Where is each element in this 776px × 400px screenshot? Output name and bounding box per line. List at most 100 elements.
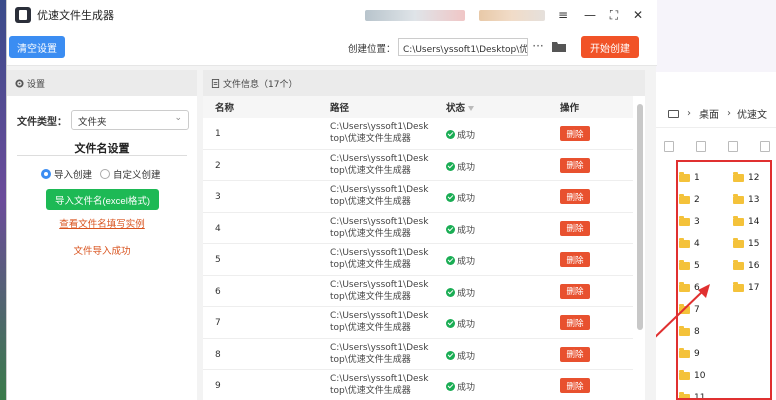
- row-status: 成功: [446, 223, 475, 236]
- table-row: 2 C:\Users\yssoft1\Desk top\优速文件生成器 成功 删除: [203, 150, 633, 181]
- menu-icon[interactable]: ≡: [554, 6, 572, 24]
- check-circle-icon: [446, 287, 455, 297]
- delete-button[interactable]: 删除: [560, 346, 590, 362]
- row-path-line1: C:\Users\yssoft1\Desk: [330, 374, 429, 384]
- delete-button[interactable]: 删除: [560, 378, 590, 393]
- row-name: 8: [215, 349, 221, 360]
- toolbar: 清空设置 创建位置： C:\Users\yssoft1\Desktop\优速 ·…: [7, 30, 657, 66]
- blurred-user-info: [365, 10, 465, 21]
- explorer-address-bar[interactable]: › 桌面 › 优速文: [656, 100, 776, 128]
- check-circle-icon: [446, 382, 455, 391]
- rename-icon[interactable]: [696, 141, 706, 152]
- column-status-label: 状态: [446, 103, 466, 114]
- location-input[interactable]: C:\Users\yssoft1\Desktop\优速: [398, 38, 528, 56]
- row-path-line1: C:\Users\yssoft1\Desk: [330, 185, 429, 195]
- explorer-titlebar: [656, 0, 776, 72]
- row-path-line2: top\优速文件生成器: [330, 354, 411, 365]
- delete-icon[interactable]: [760, 141, 770, 152]
- row-name: 4: [215, 223, 221, 234]
- row-name: 9: [215, 381, 221, 391]
- more-options-button[interactable]: ···: [531, 38, 545, 56]
- delete-button[interactable]: 删除: [560, 220, 590, 236]
- table-header: 名称 路径 状态 操作: [203, 96, 633, 118]
- row-status-label: 成功: [457, 162, 476, 173]
- row-status-label: 成功: [457, 194, 476, 204]
- table-row: 1 C:\Users\yssoft1\Desk top\优速文件生成器 成功 删除: [203, 118, 633, 150]
- app-logo-icon: [15, 7, 31, 23]
- check-circle-icon: [446, 161, 455, 171]
- delete-button[interactable]: 删除: [560, 283, 590, 299]
- column-name: 名称: [215, 103, 235, 114]
- explorer-toolbar: [656, 138, 776, 158]
- row-status-label: 成功: [457, 383, 476, 393]
- example-link[interactable]: 查看文件名填写实例: [17, 216, 187, 230]
- import-status: 文件导入成功: [73, 246, 131, 257]
- row-status: 成功: [446, 349, 475, 362]
- share-icon[interactable]: [728, 141, 738, 152]
- table-row: 7 C:\Users\yssoft1\Desk top\优速文件生成器 成功 删除: [203, 307, 633, 339]
- row-path-line2: top\优速文件生成器: [330, 134, 411, 144]
- row-path-line2: top\优速文件生成器: [330, 323, 411, 333]
- row-status: 成功: [446, 380, 475, 393]
- clear-settings-button[interactable]: 清空设置: [9, 36, 65, 58]
- column-status[interactable]: 状态: [446, 100, 475, 114]
- chevron-right-icon: ›: [687, 108, 691, 119]
- row-status: 成功: [446, 254, 475, 267]
- section-title: 文件名设置: [74, 142, 130, 155]
- row-path-line1: C:\Users\yssoft1\Desk: [330, 216, 429, 227]
- document-icon: [211, 78, 220, 88]
- settings-header-label: 设置: [27, 79, 46, 90]
- table-row: 5 C:\Users\yssoft1\Desk top\优速文件生成器 成功 删除: [203, 244, 633, 276]
- radio-import-label: 导入创建: [54, 170, 93, 181]
- open-folder-icon[interactable]: [551, 39, 567, 53]
- row-name: 3: [215, 192, 221, 202]
- close-icon[interactable]: ✕: [629, 6, 647, 24]
- delete-button[interactable]: 删除: [560, 157, 590, 173]
- file-type-row: 文件类型： 文件夹 ⌄: [17, 110, 189, 130]
- row-status-label: 成功: [457, 351, 476, 362]
- row-path: C:\Users\yssoft1\Desk top\优速文件生成器: [330, 373, 430, 397]
- chevron-right-icon: ›: [727, 108, 731, 119]
- row-status: 成功: [446, 286, 475, 299]
- delete-button[interactable]: 删除: [560, 252, 590, 267]
- row-path-line2: top\优速文件生成器: [330, 260, 411, 270]
- row-path-line1: C:\Users\yssoft1\Desk: [330, 311, 429, 321]
- delete-button[interactable]: 删除: [560, 126, 590, 141]
- file-type-label: 文件类型：: [17, 116, 67, 128]
- delete-button[interactable]: 删除: [560, 189, 590, 204]
- row-status-label: 成功: [457, 257, 476, 267]
- row-path-line1: C:\Users\yssoft1\Desk: [330, 279, 429, 290]
- gear-icon: [15, 78, 24, 88]
- delete-button[interactable]: 删除: [560, 315, 590, 330]
- check-circle-icon: [446, 193, 455, 202]
- maximize-icon[interactable]: ⛶: [605, 6, 623, 24]
- row-path-line2: top\优速文件生成器: [330, 291, 411, 302]
- row-status-label: 成功: [457, 131, 476, 141]
- divider: [17, 155, 187, 156]
- breadcrumb-desktop[interactable]: 桌面: [699, 106, 719, 121]
- row-path: C:\Users\yssoft1\Desk top\优速文件生成器: [330, 310, 430, 334]
- row-status-label: 成功: [457, 288, 476, 299]
- start-create-button[interactable]: 开始创建: [581, 36, 639, 58]
- row-path-line1: C:\Users\yssoft1\Desk: [330, 342, 429, 353]
- row-status: 成功: [446, 191, 475, 204]
- table-row: 4 C:\Users\yssoft1\Desk top\优速文件生成器 成功 删除: [203, 213, 633, 244]
- copy-icon[interactable]: [664, 141, 674, 152]
- file-table-body: 1 C:\Users\yssoft1\Desk top\优速文件生成器 成功 删除 2 C:…: [203, 118, 633, 400]
- breadcrumb-folder[interactable]: 优速文: [737, 106, 767, 121]
- row-name: 2: [215, 160, 221, 171]
- row-name: 6: [215, 286, 221, 297]
- chevron-down-icon: ⌄: [174, 113, 182, 123]
- file-type-select[interactable]: 文件夹 ⌄: [71, 110, 189, 130]
- radio-import[interactable]: 导入创建: [41, 167, 92, 181]
- import-filenames-button[interactable]: 导入文件名(excel格式): [46, 189, 159, 210]
- row-status: 成功: [446, 317, 475, 330]
- radio-custom[interactable]: 自定义创建: [100, 167, 161, 181]
- filter-icon[interactable]: [468, 106, 475, 111]
- table-scrollbar[interactable]: [637, 104, 643, 330]
- radio-custom-label: 自定义创建: [113, 170, 161, 181]
- minimize-icon[interactable]: —: [581, 6, 599, 24]
- check-circle-icon: [446, 319, 455, 328]
- settings-panel: 设置 文件类型： 文件夹 ⌄ 文件名设置 导入创建 自定义创建 导入文件名(ex…: [7, 70, 197, 400]
- table-row: 6 C:\Users\yssoft1\Desk top\优速文件生成器 成功 删除: [203, 276, 633, 307]
